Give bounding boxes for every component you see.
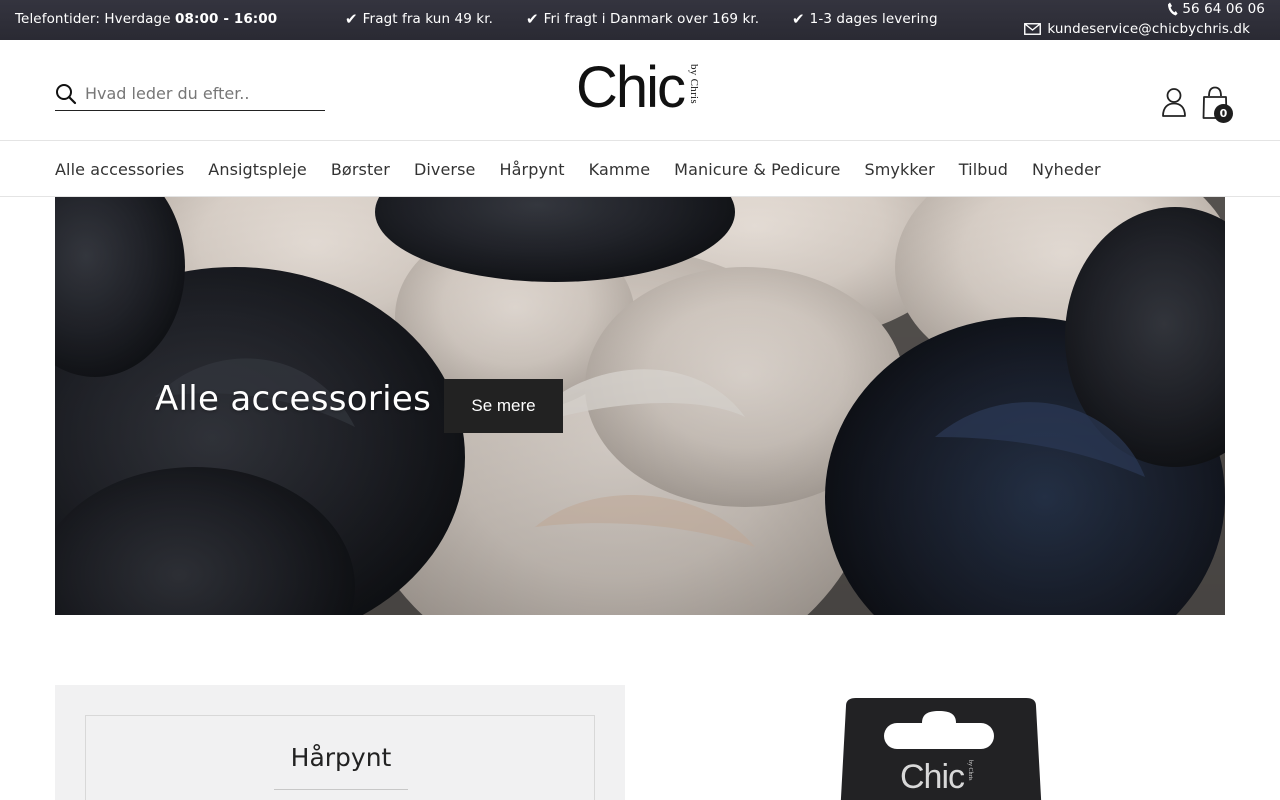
product-brand-sub: by Chris (967, 760, 973, 781)
nav-item-all-accessories[interactable]: Alle accessories (55, 160, 184, 179)
search-icon[interactable] (55, 83, 77, 105)
nav-item-face-care[interactable]: Ansigtspleje (208, 160, 307, 179)
usp-label: 1-3 dages levering (809, 11, 938, 27)
cart-count-badge[interactable]: 0 (1214, 104, 1233, 123)
site-header: Chic by Chris (0, 40, 1280, 141)
hero-banner[interactable]: Alle accessories Se mere (55, 197, 1225, 615)
checkmark-icon: ✔ (792, 9, 805, 28)
product-brand-mark: Chic (900, 758, 965, 796)
checkmark-icon: ✔ (526, 9, 539, 28)
usp-free-shipping: ✔ Fri fragt i Danmark over 169 kr. (526, 11, 759, 27)
category-card-frame: Hårpynt (85, 715, 595, 800)
nav-item-manicure-pedicure[interactable]: Manicure & Pedicure (674, 160, 840, 179)
hero-title: Alle accessories (155, 379, 432, 419)
phone-icon (1168, 2, 1178, 16)
search-bar[interactable] (55, 77, 325, 111)
nav-item-hair-accessories[interactable]: Hårpynt (499, 160, 564, 179)
search-input[interactable] (85, 84, 305, 103)
phone-hours-label: Telefontider: Hverdage (15, 11, 171, 27)
email-address[interactable]: kundeservice@chicbychris.dk (1047, 21, 1250, 37)
nav-item-offers[interactable]: Tilbud (959, 160, 1008, 179)
phone-hours: Telefontider: Hverdage 08:00 - 16:00 (15, 11, 277, 27)
product-image[interactable]: Chic by Chris (838, 696, 1044, 800)
phone-number[interactable]: 56 64 06 06 (1182, 1, 1265, 17)
logo-sub-text[interactable]: by Chris (688, 64, 700, 104)
category-card[interactable]: Hårpynt (55, 685, 625, 800)
nav-item-misc[interactable]: Diverse (414, 160, 476, 179)
phone-link[interactable]: 56 64 06 06 (1167, 1, 1265, 17)
email-link[interactable]: kundeservice@chicbychris.dk (1024, 21, 1250, 37)
nav-item-brushes[interactable]: Børster (331, 160, 390, 179)
category-title[interactable]: Hårpynt (86, 743, 596, 772)
usp-shipping-price: ✔ Fragt fra kun 49 kr. (345, 11, 493, 27)
see-more-button[interactable]: Se mere (444, 379, 563, 433)
main-navigation: Alle accessories Ansigtspleje Børster Di… (55, 141, 1125, 197)
user-account-icon[interactable] (1161, 87, 1187, 117)
usp-delivery-time: ✔ 1-3 dages levering (792, 11, 938, 27)
category-title-underline (274, 789, 408, 790)
usp-label: Fragt fra kun 49 kr. (362, 11, 493, 27)
mail-icon (1024, 23, 1042, 35)
nav-item-jewelry[interactable]: Smykker (864, 160, 934, 179)
checkmark-icon: ✔ (345, 9, 358, 28)
nav-item-news[interactable]: Nyheder (1032, 160, 1101, 179)
phone-hours-value: 08:00 - 16:00 (175, 11, 278, 27)
usp-label: Fri fragt i Danmark over 169 kr. (543, 11, 760, 27)
site-logo[interactable]: Chic by Chris (576, 58, 700, 118)
nav-item-combs[interactable]: Kamme (589, 160, 651, 179)
logo-main-text[interactable]: Chic (576, 58, 686, 118)
top-info-bar: Telefontider: Hverdage 08:00 - 16:00 ✔ F… (0, 0, 1280, 40)
